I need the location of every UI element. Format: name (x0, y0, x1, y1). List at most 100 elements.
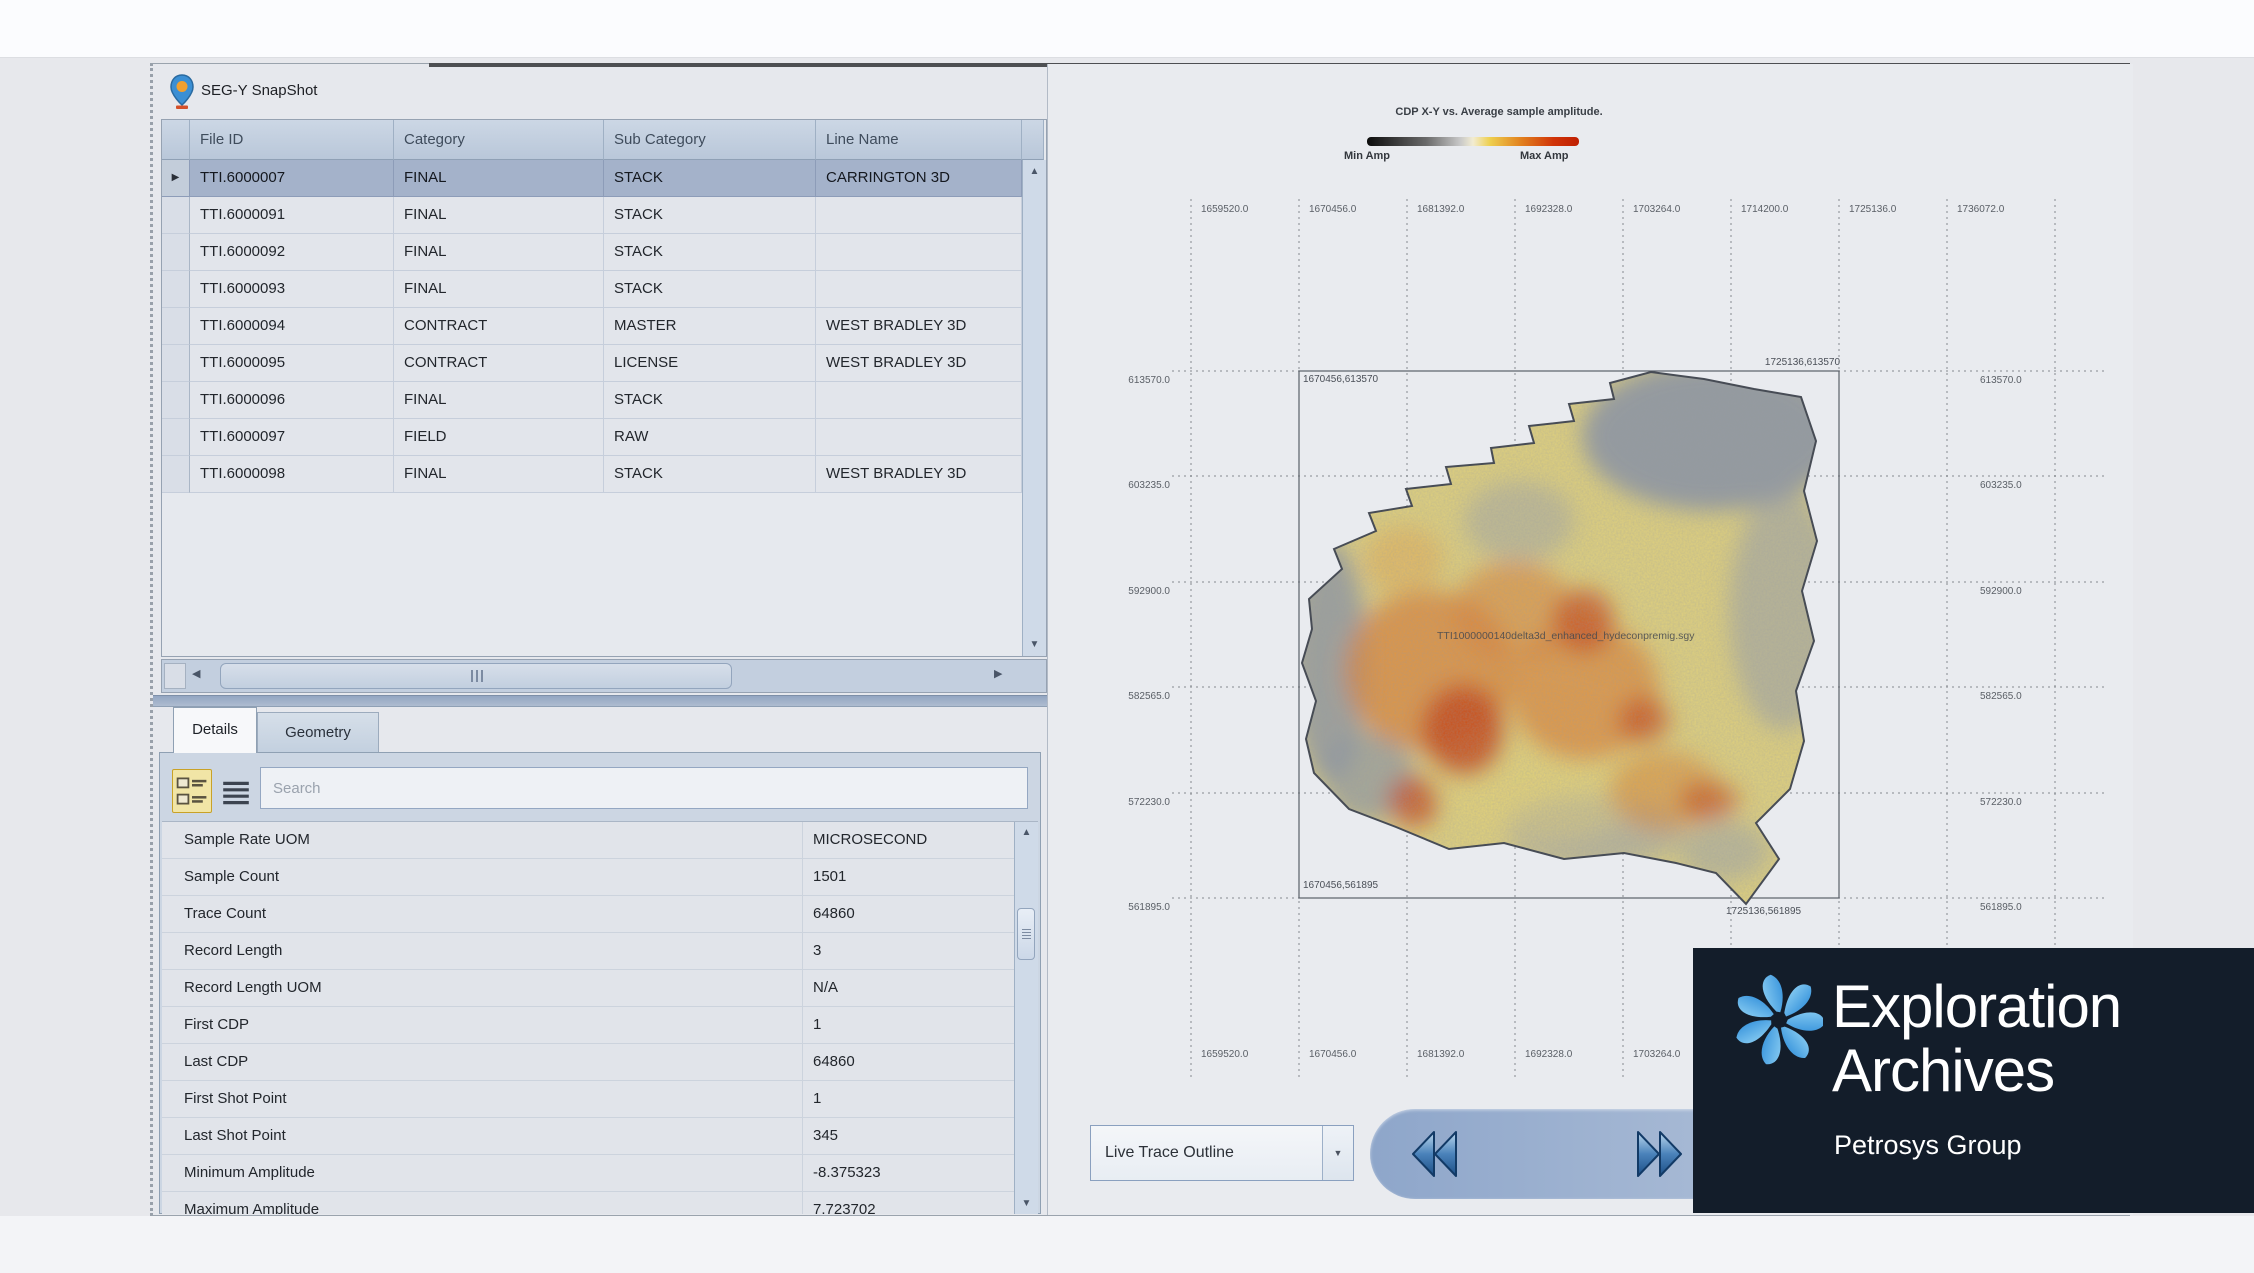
scrollbar-thumb[interactable] (1017, 908, 1035, 960)
combo-dropdown-button[interactable]: ▼ (1322, 1126, 1353, 1180)
property-value: 345 (802, 1118, 1014, 1155)
cell-line-name: CARRINGTON 3D (816, 160, 1022, 197)
y-tick-label: 561895.0 (1980, 902, 2022, 913)
y-tick-label: 592900.0 (1110, 586, 1170, 597)
scroll-down-icon[interactable]: ▼ (1015, 1198, 1038, 1209)
fast-forward-button[interactable] (1634, 1129, 1686, 1179)
cell-category: FINAL (394, 382, 604, 419)
cell-sub-category: RAW (604, 419, 816, 456)
table-row[interactable]: TTI.6000094 CONTRACT MASTER WEST BRADLEY… (162, 308, 1046, 345)
rewind-button[interactable] (1408, 1129, 1460, 1179)
property-label: Last Shot Point (162, 1118, 802, 1155)
property-grid-scrollbar[interactable]: ▲ ▼ (1014, 822, 1038, 1214)
cell-sub-category: MASTER (604, 308, 816, 345)
search-input[interactable] (260, 767, 1028, 809)
table-row[interactable]: TTI.6000093 FINAL STACK (162, 271, 1046, 308)
table-row[interactable]: TTI.6000097 FIELD RAW (162, 419, 1046, 456)
table-row[interactable]: TTI.6000091 FINAL STACK (162, 197, 1046, 234)
categorized-view-button[interactable] (172, 769, 212, 813)
cell-line-name (816, 197, 1022, 234)
corner-label-bottom-right: 1725136,561895 (1726, 906, 1801, 917)
cell-file-id: TTI.6000097 (190, 419, 394, 456)
cell-file-id: TTI.6000093 (190, 271, 394, 308)
tab-geometry[interactable]: Geometry (257, 712, 379, 753)
property-row[interactable]: Last CDP 64860 (162, 1044, 1038, 1081)
list-view-button[interactable] (220, 775, 254, 813)
scrollbar-thumb[interactable] (220, 663, 732, 689)
property-row[interactable]: Record Length 3 (162, 933, 1038, 970)
vertical-scrollbar[interactable]: ▲ ▼ (1022, 160, 1046, 656)
scroll-up-icon[interactable]: ▲ (1023, 166, 1046, 177)
y-tick-label: 592900.0 (1980, 586, 2022, 597)
property-row[interactable]: Minimum Amplitude -8.375323 (162, 1155, 1038, 1192)
property-row[interactable]: First CDP 1 (162, 1007, 1038, 1044)
property-label: Maximum Amplitude (162, 1192, 802, 1214)
overlay-mode-select[interactable]: Live Trace Outline ▼ (1090, 1125, 1354, 1181)
table-row[interactable]: TTI.6000092 FINAL STACK (162, 234, 1046, 271)
screenshot-root: SEG-Y SnapShot – □ ✕ File ID Category Su… (0, 0, 2254, 1273)
scroll-up-icon[interactable]: ▲ (1015, 827, 1038, 838)
cell-category: FINAL (394, 197, 604, 234)
y-tick-label: 572230.0 (1110, 797, 1170, 808)
cell-sub-category: STACK (604, 234, 816, 271)
horizontal-scrollbar[interactable]: ◀ ▶ (161, 659, 1047, 693)
cell-file-id: TTI.6000094 (190, 308, 394, 345)
cell-category: CONTRACT (394, 308, 604, 345)
row-indicator (162, 345, 190, 382)
table-row[interactable]: TTI.6000098 FINAL STACK WEST BRADLEY 3D (162, 456, 1046, 493)
app-pin-icon (169, 74, 195, 110)
column-header-file-id[interactable]: File ID (190, 120, 394, 160)
property-row[interactable]: Record Length UOM N/A (162, 970, 1038, 1007)
x-tick-label: 1670456.0 (1309, 1049, 1356, 1060)
table-row[interactable]: ▶ TTI.6000007 FINAL STACK CARRINGTON 3D (162, 160, 1046, 197)
files-table-header: File ID Category Sub Category Line Name (162, 120, 1046, 160)
column-header-line-name[interactable]: Line Name (816, 120, 1022, 160)
cell-line-name (816, 382, 1022, 419)
cell-line-name (816, 271, 1022, 308)
cell-file-id: TTI.6000095 (190, 345, 394, 382)
scroll-down-icon[interactable]: ▼ (1023, 639, 1046, 650)
column-header-sub-category[interactable]: Sub Category (604, 120, 816, 160)
row-indicator (162, 234, 190, 271)
brand-name-line2: Archives (1832, 1040, 2054, 1102)
x-tick-label: 1692328.0 (1525, 204, 1572, 215)
property-row[interactable]: Trace Count 64860 (162, 896, 1038, 933)
row-indicator (162, 456, 190, 493)
property-label: Record Length UOM (162, 970, 802, 1007)
brand-name-line1: Exploration (1832, 976, 2121, 1038)
property-row[interactable]: Sample Count 1501 (162, 859, 1038, 896)
cell-line-name: WEST BRADLEY 3D (816, 345, 1022, 382)
cell-line-name: WEST BRADLEY 3D (816, 456, 1022, 493)
column-header-category[interactable]: Category (394, 120, 604, 160)
y-tick-label: 582565.0 (1980, 691, 2022, 702)
property-row[interactable]: Maximum Amplitude 7.723702 (162, 1192, 1038, 1214)
corner-label-top-right: 1725136,613570 (1690, 357, 1840, 368)
scroll-left-icon[interactable]: ◀ (192, 667, 200, 680)
x-tick-label: 1703264.0 (1633, 204, 1680, 215)
scroll-right-icon[interactable]: ▶ (994, 667, 1002, 680)
cell-file-id: TTI.6000092 (190, 234, 394, 271)
property-row[interactable]: Sample Rate UOM MICROSECOND (162, 822, 1038, 859)
property-label: Minimum Amplitude (162, 1155, 802, 1192)
y-tick-label: 613570.0 (1110, 375, 1170, 386)
property-row[interactable]: Last Shot Point 345 (162, 1118, 1038, 1155)
cell-sub-category: STACK (604, 160, 816, 197)
bottom-band (0, 1216, 2254, 1273)
brand-tagline: Petrosys Group (1834, 1130, 2022, 1161)
chevron-down-icon: ▼ (1323, 1126, 1353, 1180)
y-tick-label: 572230.0 (1980, 797, 2022, 808)
cell-category: FINAL (394, 456, 604, 493)
cell-category: FINAL (394, 234, 604, 271)
property-value: 3 (802, 933, 1014, 970)
property-label: First Shot Point (162, 1081, 802, 1118)
property-value: N/A (802, 970, 1014, 1007)
property-value: 7.723702 (802, 1192, 1014, 1214)
x-tick-label: 1681392.0 (1417, 204, 1464, 215)
table-row[interactable]: TTI.6000096 FINAL STACK (162, 382, 1046, 419)
tab-details[interactable]: Details (173, 707, 257, 753)
top-band (0, 0, 2254, 58)
property-row[interactable]: First Shot Point 1 (162, 1081, 1038, 1118)
y-tick-label: 613570.0 (1980, 375, 2022, 386)
table-row[interactable]: TTI.6000095 CONTRACT LICENSE WEST BRADLE… (162, 345, 1046, 382)
pane-splitter[interactable] (153, 695, 1047, 707)
